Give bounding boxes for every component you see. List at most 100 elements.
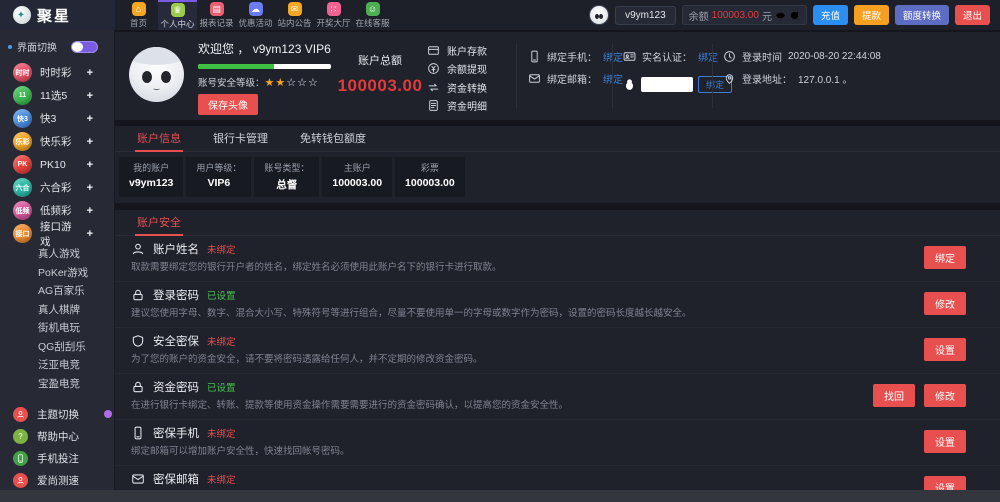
nav-item-个人中心[interactable]: ♛ 个人中心 <box>158 0 197 30</box>
account-info-cell: 账号类型： 总督 <box>254 157 319 197</box>
tab-account-info[interactable]: 账户信息 <box>121 126 197 151</box>
security-action-设置[interactable]: 设置 <box>924 430 966 453</box>
sidebar-item-帮助中心[interactable]: ? 帮助中心 <box>0 425 114 447</box>
balance-unit: 元 <box>762 8 772 23</box>
tab-wallet-quota[interactable]: 免转钱包额度 <box>284 126 382 151</box>
bind-phone-label: 绑定手机： <box>547 49 597 64</box>
realname-label: 实名认证： <box>642 49 692 64</box>
quick-link-资金明细[interactable]: 资金明细 <box>427 97 487 116</box>
cell-value: 总督 <box>264 177 309 192</box>
ui-switch-toggle[interactable] <box>71 41 98 53</box>
sidebar-game-11选5[interactable]: 11 11选5 + <box>0 84 114 107</box>
nav-item-首页[interactable]: ⌂ 首页 <box>119 0 158 30</box>
sidebar-subitem-AG百家乐[interactable]: AG百家乐 <box>0 282 114 301</box>
sidebar-item-手机投注[interactable]: 手机投注 <box>0 447 114 469</box>
qq-input[interactable] <box>641 77 693 92</box>
balance-label: 余额 <box>689 8 709 23</box>
nav-label: 首页 <box>130 17 147 29</box>
expand-plus-icon[interactable]: + <box>87 67 93 79</box>
sidebar-game-快乐彩[interactable]: 乐彩 快乐彩 + <box>0 130 114 153</box>
security-action-设置[interactable]: 设置 <box>924 476 966 490</box>
quick-link-label: 账户存款 <box>447 43 487 58</box>
expand-plus-icon[interactable]: + <box>87 136 93 148</box>
security-action-修改[interactable]: 修改 <box>924 292 966 315</box>
nav-label: 站内公告 <box>277 17 311 29</box>
cell-label: 用户等级： <box>196 161 241 174</box>
nav-item-站内公告[interactable]: ✉ 站内公告 <box>275 0 314 30</box>
game-list: 时时 时时彩 + 11 11选5 + 快3 快3 + 乐彩 快乐彩 + PK P… <box>0 61 114 245</box>
cell-value: v9ym123 <box>129 177 173 189</box>
home-icon: ⌂ <box>132 2 146 16</box>
expand-plus-icon[interactable]: + <box>87 205 93 217</box>
eye-icon[interactable] <box>775 10 786 21</box>
account-info-cell: 我的账户 v9ym123 <box>119 157 183 197</box>
quota-transfer-button[interactable]: 额度转换 <box>895 5 949 25</box>
main-content: 欢迎您 ， v9ym123 VIP6 账号安全等级： ★★☆☆☆ 保存头像 账户… <box>115 30 1000 490</box>
security-action-设置[interactable]: 设置 <box>924 338 966 361</box>
quick-link-label: 资金转换 <box>447 80 487 95</box>
security-row-账户姓名: 账户姓名 未绑定 取款需要绑定您的银行开户者的姓名，绑定姓名必须使用此账户名下的… <box>115 236 1000 282</box>
logo-star-icon: ✦ <box>13 6 31 24</box>
expand-plus-icon[interactable]: + <box>87 159 93 171</box>
sidebar-subitem-泛亚电竞[interactable]: 泛亚电竞 <box>0 356 114 375</box>
realname-link[interactable]: 绑定 <box>698 49 718 64</box>
ui-switch-label: 界面切换 <box>17 39 57 54</box>
quick-link-资金转换[interactable]: 资金转换 <box>427 78 487 97</box>
sidebar-subitem-真人游戏[interactable]: 真人游戏 <box>0 245 114 264</box>
expand-plus-icon[interactable]: + <box>87 228 93 240</box>
idcard-icon <box>623 50 636 63</box>
security-row-desc: 取款需要绑定您的银行开户者的姓名，绑定姓名必须使用此账户名下的银行卡进行取款。 <box>131 262 915 274</box>
sidebar-game-快3[interactable]: 快3 快3 + <box>0 107 114 130</box>
refresh-icon[interactable] <box>789 10 800 21</box>
sidebar-subitem-街机电玩[interactable]: 街机电玩 <box>0 319 114 338</box>
expand-plus-icon[interactable]: + <box>87 182 93 194</box>
security-row-资金密码: 资金密码 已设置 在进行银行卡绑定、转账、提款等使用资金操作需要需要进行的资金密… <box>115 374 1000 420</box>
sidebar-subitem-真人棋牌[interactable]: 真人棋牌 <box>0 301 114 320</box>
cell-label: 主账户 <box>332 161 382 174</box>
sidebar-item-爱尚测速[interactable]: 爱尚测速 <box>0 469 114 490</box>
theme-badge-dot <box>104 410 112 418</box>
logout-button[interactable]: 退出 <box>955 5 990 25</box>
security-rows: 账户姓名 未绑定 取款需要绑定您的银行开户者的姓名，绑定姓名必须使用此账户名下的… <box>115 236 1000 490</box>
nav-item-报表记录[interactable]: ▤ 报表记录 <box>197 0 236 30</box>
security-action-修改[interactable]: 修改 <box>924 384 966 407</box>
bind-email-link[interactable]: 绑定 <box>603 71 623 86</box>
quick-link-账户存款[interactable]: 账户存款 <box>427 41 487 60</box>
realname-row: 实名认证： 绑定 <box>623 45 732 67</box>
sidebar-item-主题切换[interactable]: 主题切换 <box>0 403 114 425</box>
nav-item-优惠活动[interactable]: ☁ 优惠活动 <box>236 0 275 30</box>
quick-link-余额提现[interactable]: 余额提现 <box>427 60 487 79</box>
security-row-desc: 在进行银行卡绑定、转账、提款等使用资金操作需要需要进行的资金密码确认，以提高您的… <box>131 400 864 412</box>
nav-item-开奖大厅[interactable]: ∷ 开奖大厅 <box>314 0 353 30</box>
sidebar-subitem-宝盈电竞[interactable]: 宝盈电竞 <box>0 375 114 394</box>
sidebar-subitem-PoKer游戏[interactable]: PoKer游戏 <box>0 264 114 283</box>
save-avatar-button[interactable]: 保存头像 <box>198 94 258 115</box>
recharge-button[interactable]: 充值 <box>813 5 848 25</box>
sidebar-subitem-QG刮刮乐[interactable]: QG刮刮乐 <box>0 338 114 357</box>
withdraw-button[interactable]: 提款 <box>854 5 889 25</box>
expand-plus-icon[interactable]: + <box>87 113 93 125</box>
tab-bank-card[interactable]: 银行卡管理 <box>197 126 284 151</box>
logo[interactable]: ✦ 聚星 <box>0 0 115 30</box>
security-row-status: 未绑定 <box>207 334 236 348</box>
location-pin-icon <box>723 72 736 85</box>
sidebar-game-六合彩[interactable]: 六合 六合彩 + <box>0 176 114 199</box>
sidebar-item-label: 主题切换 <box>37 407 79 422</box>
detail-icon <box>427 99 440 112</box>
game-icon: PK <box>13 155 32 174</box>
security-row-status: 未绑定 <box>207 472 236 486</box>
nav-item-在线客服[interactable]: ☺ 在线客服 <box>353 0 392 30</box>
mobile-bet-icon <box>13 451 28 466</box>
security-action-绑定[interactable]: 绑定 <box>924 246 966 269</box>
security-row-密保邮箱: 密保邮箱 未绑定 绑定邮箱可以增加账户安全性，快速找回帐号密码。 设置 <box>115 466 1000 490</box>
sidebar-game-PK10[interactable]: PK PK10 + <box>0 153 114 176</box>
account-info-cell: 彩票 100003.00 <box>395 157 465 197</box>
bind-phone-link[interactable]: 绑定 <box>603 49 623 64</box>
username-box[interactable]: v9ym123 <box>615 6 676 25</box>
sidebar-game-时时彩[interactable]: 时时 时时彩 + <box>0 61 114 84</box>
sidebar-game-接口游戏[interactable]: 接口 接口游戏 + <box>0 222 114 245</box>
expand-plus-icon[interactable]: + <box>87 90 93 102</box>
logo-text: 聚星 <box>37 5 71 26</box>
security-action-找回[interactable]: 找回 <box>873 384 915 407</box>
user-avatar-small[interactable] <box>589 5 609 25</box>
